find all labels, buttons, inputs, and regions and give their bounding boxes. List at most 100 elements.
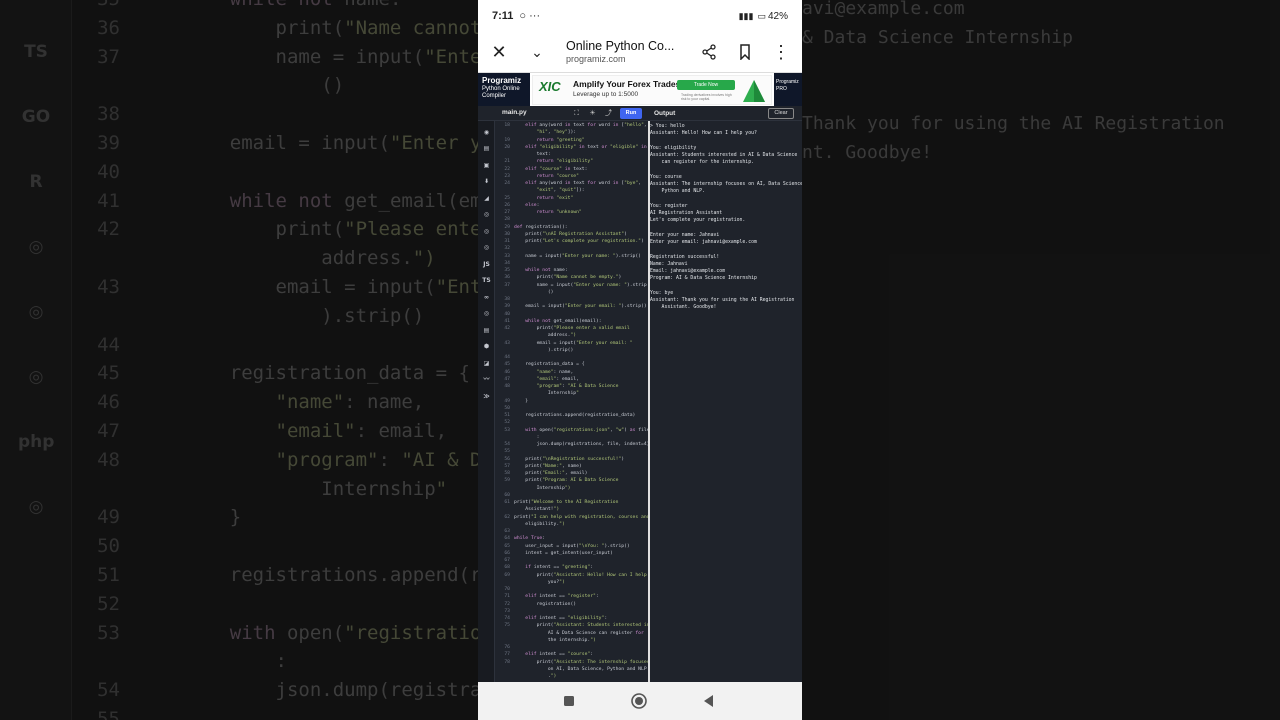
code-text: print("Let's complete your registration.… — [514, 239, 644, 244]
more-options-icon[interactable]: ⋮ — [768, 39, 794, 65]
line-number: 29 — [504, 224, 510, 230]
code-text: "name": name, — [536, 369, 574, 375]
code-text: print("Welcome to the AI Registration — [514, 500, 619, 505]
code-line: 39 email = input("Enter your email: ").s… — [495, 303, 647, 311]
code-text: email = input("Enter your email: ").stri… — [514, 304, 647, 310]
output-line: Assistant: Hello! How can I help you? — [650, 131, 757, 137]
line-number: 18 — [504, 123, 510, 128]
code-text: print("Name:", name) — [514, 463, 582, 469]
language-icon[interactable]: ◎ — [481, 242, 492, 253]
language-icon[interactable]: ◎ — [481, 209, 492, 220]
output-line: Email: jahnavi@example.com — [650, 269, 726, 274]
line-number: 56 — [504, 456, 510, 462]
code-text: "exit", "quit"]): — [536, 188, 585, 194]
line-number: 49 — [504, 398, 510, 404]
code-text: user_input = input("\nYou: ").strip() — [514, 543, 630, 549]
code-text: email = input("Enter your email: " — [514, 340, 633, 346]
run-button[interactable]: Run — [620, 108, 642, 119]
language-icon[interactable]: ▤ — [481, 325, 492, 336]
code-text: print("\nAI Registration Assistant") — [514, 231, 627, 237]
share-icon[interactable] — [696, 39, 722, 65]
line-number: 48 — [504, 384, 510, 389]
fullscreen-icon[interactable]: ⛶ — [572, 109, 581, 118]
code-text: print("Assistant: The internship focuses — [514, 659, 648, 665]
code-text: registration_data = { — [514, 362, 585, 368]
language-icon[interactable]: ◎ — [481, 226, 492, 237]
language-icon[interactable]: ◉ — [481, 127, 492, 138]
output-line: Let's complete your registration. — [650, 218, 746, 224]
language-icon[interactable]: ▤ — [481, 143, 492, 154]
theme-toggle-icon[interactable]: ☀ — [588, 109, 597, 118]
code-text: print("Email:", email) — [514, 471, 588, 476]
ad-cta-button[interactable]: Trade Now — [677, 80, 735, 90]
language-icon[interactable]: ⬇ — [481, 176, 492, 187]
code-text: elif intent == "course": — [525, 652, 594, 658]
line-number: 34 — [504, 260, 510, 266]
language-icon[interactable]: JS — [481, 259, 492, 270]
code-editor[interactable]: 18 elif any(word in text for word in ["h… — [495, 121, 648, 682]
close-icon[interactable]: ✕ — [486, 39, 512, 65]
language-icon[interactable]: ◢ — [481, 193, 492, 204]
language-icon[interactable]: ▣ — [481, 160, 492, 171]
output-line: Enter your name: Jahnavi — [650, 232, 720, 238]
language-icon[interactable]: ◎ — [481, 308, 492, 319]
programiz-pro-link[interactable]: Programiz PRO — [774, 73, 802, 107]
logo-name: Programiz — [482, 76, 522, 85]
back-icon[interactable] — [700, 692, 718, 710]
ad-banner[interactable]: XIC Amplify Your Forex Trades Leverage u… — [532, 75, 772, 105]
code-text: if intent == "greeting": — [525, 565, 594, 571]
output-console[interactable]: > You: hello Assistant: Hello! How can I … — [650, 121, 802, 682]
code-text: else: — [525, 202, 540, 208]
line-number: 65 — [504, 543, 510, 549]
line-number: 62 — [504, 514, 510, 520]
code-line: 54 json.dump(registrations, file, indent… — [495, 441, 648, 449]
code-text: print("Program: AI & Data Science — [514, 478, 619, 484]
file-tab[interactable]: main.py — [502, 109, 527, 116]
language-icon[interactable]: TS — [481, 275, 492, 286]
phone-screen: 7:11 ○ ··· ▮▮▮ ▭ 42% ✕ ⌄ Online Python C… — [478, 0, 802, 720]
page-title-block[interactable]: Online Python Co... programiz.com — [550, 39, 696, 66]
home-icon[interactable] — [630, 692, 648, 710]
programiz-logo[interactable]: Programiz Python Online Compiler — [478, 73, 530, 107]
code-text: registrations.append(registration_data) — [514, 413, 636, 418]
code-text: elif "course" in text: — [525, 166, 588, 172]
line-number: 60 — [504, 492, 510, 498]
line-number: 31 — [504, 239, 510, 244]
output-line: Assistant: The internship focuses on AI,… — [650, 182, 802, 187]
language-icon[interactable]: ≫ — [481, 391, 492, 402]
code-text: the internship.") — [514, 637, 596, 643]
line-number: 46 — [504, 369, 510, 375]
line-number: 32 — [504, 246, 510, 252]
line-number: 53 — [504, 427, 510, 433]
code-text: print("Assistant: Hello! How can I help — [514, 572, 647, 578]
language-icon[interactable]: ◪ — [481, 358, 492, 369]
clear-button[interactable]: Clear — [768, 108, 794, 119]
line-number: 77 — [504, 652, 510, 658]
output-line: Registration successful! — [650, 254, 720, 260]
recent-apps-icon[interactable] — [560, 692, 578, 710]
line-number: 75 — [504, 623, 510, 629]
language-icon[interactable]: ⬢ — [481, 341, 492, 352]
battery-icon: ▭ — [757, 10, 766, 21]
chevron-down-icon[interactable]: ⌄ — [524, 39, 550, 65]
page-domain: programiz.com — [566, 54, 626, 65]
code-text: print("\nRegistration successful!") — [514, 456, 625, 462]
code-text: elif "eligibility" in text or "eligible"… — [525, 144, 647, 150]
code-text: name = input("Enter your name: ").strip(… — [514, 253, 642, 259]
line-number: 23 — [504, 173, 510, 179]
line-number: 45 — [504, 362, 510, 368]
code-text: : — [514, 434, 540, 440]
editor-toolbar: main.py ⛶ ☀ ⤴ Run Output Clear — [478, 106, 802, 121]
bookmark-icon[interactable] — [732, 39, 758, 65]
output-line: Python and NLP. — [650, 189, 705, 195]
pyramid-graphic-icon — [743, 80, 765, 102]
language-icon[interactable]: 〰 — [481, 374, 492, 385]
signal-icon: ▮▮▮ — [738, 10, 754, 21]
language-icon[interactable]: ∞ — [481, 292, 492, 303]
output-line: Assistant: Students interested in AI & D… — [650, 153, 798, 158]
code-text: Internship") — [514, 485, 571, 491]
code-text: while not name: — [525, 268, 568, 273]
share-code-icon[interactable]: ⤴ — [604, 109, 613, 118]
line-number: 38 — [504, 297, 510, 302]
android-nav-bar — [478, 682, 802, 720]
